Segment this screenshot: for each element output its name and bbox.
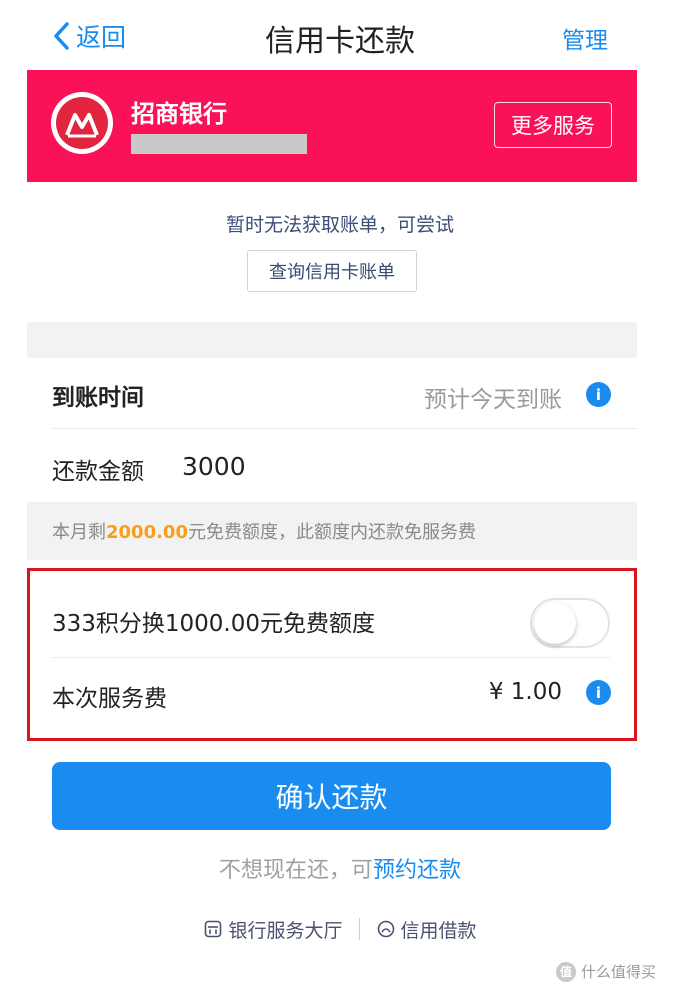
- credit-loan-link[interactable]: 信用借款: [376, 916, 477, 943]
- repay-amount-input[interactable]: 3000: [182, 452, 246, 481]
- loan-icon: [377, 920, 394, 938]
- free-quota-text: 本月剩2000.00元免费额度，此额度内还款免服务费: [52, 522, 476, 543]
- reserve-hint: 不想现在还，可预约还款: [218, 858, 462, 883]
- row-divider: [52, 428, 637, 429]
- confirm-repay-button[interactable]: 确认还款: [52, 762, 611, 830]
- link-divider: [358, 918, 360, 940]
- row-divider: [52, 657, 610, 658]
- nav-bar: 返回 信用卡还款 管理: [0, 0, 680, 70]
- watermark: 值 什么值得买: [556, 961, 656, 982]
- section-divider: [27, 322, 637, 358]
- bill-unavailable-hint: 暂时无法获取账单，可尝试: [225, 214, 454, 236]
- service-fee-label: 本次服务费: [52, 686, 167, 712]
- service-fee-value: ¥ 1.00: [488, 679, 562, 705]
- bank-logo-icon: [51, 92, 113, 154]
- highlight-box: [27, 568, 637, 741]
- bank-name: 招商银行: [131, 100, 227, 128]
- reserve-repay-link[interactable]: 预约还款: [373, 858, 461, 883]
- free-quota-amount: 2000.00: [106, 522, 188, 543]
- bottom-links: 银行服务大厅 信用借款: [0, 914, 680, 944]
- arrival-time-label: 到账时间: [52, 385, 144, 411]
- manage-button[interactable]: 管理: [562, 21, 608, 55]
- bank-service-hall-link[interactable]: 银行服务大厅: [203, 916, 343, 943]
- info-icon[interactable]: i: [586, 382, 611, 407]
- query-bill-button[interactable]: 查询信用卡账单: [247, 250, 417, 292]
- bank-service-hall-label: 银行服务大厅: [228, 919, 343, 942]
- points-exchange-label: 333积分换1000.00元免费额度: [52, 611, 376, 637]
- watermark-logo-icon: 值: [556, 961, 576, 982]
- points-exchange-toggle[interactable]: [530, 598, 610, 648]
- toggle-knob: [534, 602, 576, 644]
- more-services-button[interactable]: 更多服务: [494, 102, 612, 148]
- watermark-text: 什么值得买: [581, 963, 657, 981]
- bank-icon: [205, 920, 222, 938]
- repay-amount-label: 还款金额: [52, 459, 144, 485]
- bank-card: 招商银行 更多服务: [27, 70, 637, 182]
- masked-card-number: [131, 134, 307, 154]
- info-icon[interactable]: i: [586, 680, 611, 705]
- arrival-time-value: 预计今天到账: [424, 387, 562, 413]
- credit-loan-label: 信用借款: [400, 919, 477, 942]
